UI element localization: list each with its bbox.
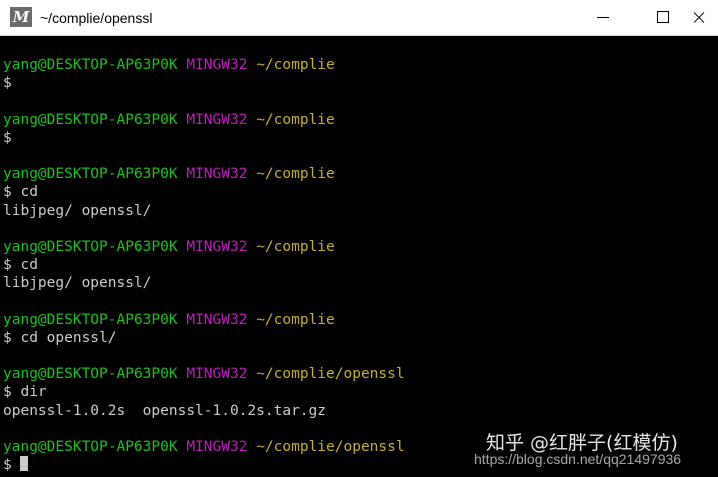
prompt-user: yang@DESKTOP-AP63P0K (3, 311, 178, 328)
prompt-host: MINGW32 (186, 111, 248, 128)
window-title: ~/complie/openssl (40, 10, 153, 26)
prompt-path: ~/complie/openssl (256, 438, 405, 455)
csdn-watermark: https://blog.csdn.net/qq21497936 (474, 451, 682, 467)
prompt-path: ~/complie (256, 238, 335, 255)
prompt-path: ~/complie/openssl (256, 366, 405, 383)
prompt-line: yang@DESKTOP-AP63P0K MINGW32 ~/complie/o… (3, 438, 405, 456)
prompt-host: MINGW32 (186, 366, 248, 383)
text-cursor (20, 456, 29, 472)
output-line: openssl-1.0.2s openssl-1.0.2s.tar.gz (3, 402, 405, 420)
output-line: libjpeg/ openssl/ (3, 274, 405, 292)
prompt-line: yang@DESKTOP-AP63P0K MINGW32 ~/complie (3, 311, 405, 329)
line-text: $ (3, 75, 12, 92)
line-text: libjpeg/ openssl/ (3, 275, 152, 292)
prompt-line: yang@DESKTOP-AP63P0K MINGW32 ~/complie (3, 56, 405, 74)
output-line: $ (3, 74, 405, 92)
prompt-path: ~/complie (256, 311, 335, 328)
minimize-button[interactable] (580, 0, 626, 36)
prompt-line: yang@DESKTOP-AP63P0K MINGW32 ~/complie (3, 111, 405, 129)
terminal-output: yang@DESKTOP-AP63P0K MINGW32 ~/complie $ … (3, 56, 405, 474)
prompt-path: ~/complie (256, 166, 335, 183)
output-line: $ cd (3, 256, 405, 274)
title-bar[interactable]: M ~/complie/openssl (0, 0, 718, 36)
output-line: $ cd (3, 183, 405, 201)
line-text: $ cd (3, 184, 38, 201)
line-text: $ cd (3, 257, 38, 274)
prompt-host: MINGW32 (186, 438, 248, 455)
prompt-user: yang@DESKTOP-AP63P0K (3, 238, 178, 255)
prompt-user: yang@DESKTOP-AP63P0K (3, 366, 178, 383)
line-text: $ cd openssl/ (3, 329, 117, 346)
output-line: $ cd openssl/ (3, 329, 405, 347)
prompt-host: MINGW32 (186, 57, 248, 73)
prompt-line: yang@DESKTOP-AP63P0K MINGW32 ~/complie/o… (3, 365, 405, 383)
output-line: $ (3, 129, 405, 147)
line-text: $ dir (3, 384, 47, 401)
prompt-user: yang@DESKTOP-AP63P0K (3, 57, 178, 73)
prompt-line: yang@DESKTOP-AP63P0K MINGW32 ~/complie (3, 165, 405, 183)
prompt-path: ~/complie (256, 57, 335, 73)
mintty-app-icon[interactable]: M (10, 7, 32, 27)
line-text: openssl-1.0.2s openssl-1.0.2s.tar.gz (3, 402, 327, 419)
prompt-path: ~/complie (256, 111, 335, 128)
prompt-user: yang@DESKTOP-AP63P0K (3, 438, 178, 455)
prompt-line: yang@DESKTOP-AP63P0K MINGW32 ~/complie (3, 238, 405, 256)
prompt-user: yang@DESKTOP-AP63P0K (3, 166, 178, 183)
prompt-host: MINGW32 (186, 166, 248, 183)
line-text: libjpeg/ openssl/ (3, 202, 152, 219)
active-prompt-line: $ (3, 456, 405, 474)
prompt-host: MINGW32 (186, 238, 248, 255)
line-text: $ (3, 129, 12, 146)
output-line: libjpeg/ openssl/ (3, 202, 405, 220)
prompt-host: MINGW32 (186, 311, 248, 328)
close-button[interactable] (676, 0, 718, 36)
prompt-user: yang@DESKTOP-AP63P0K (3, 111, 178, 128)
output-line: $ dir (3, 383, 405, 401)
terminal-area[interactable]: yang@DESKTOP-AP63P0K MINGW32 ~/complie $ … (0, 37, 718, 477)
line-text: $ (3, 457, 21, 474)
